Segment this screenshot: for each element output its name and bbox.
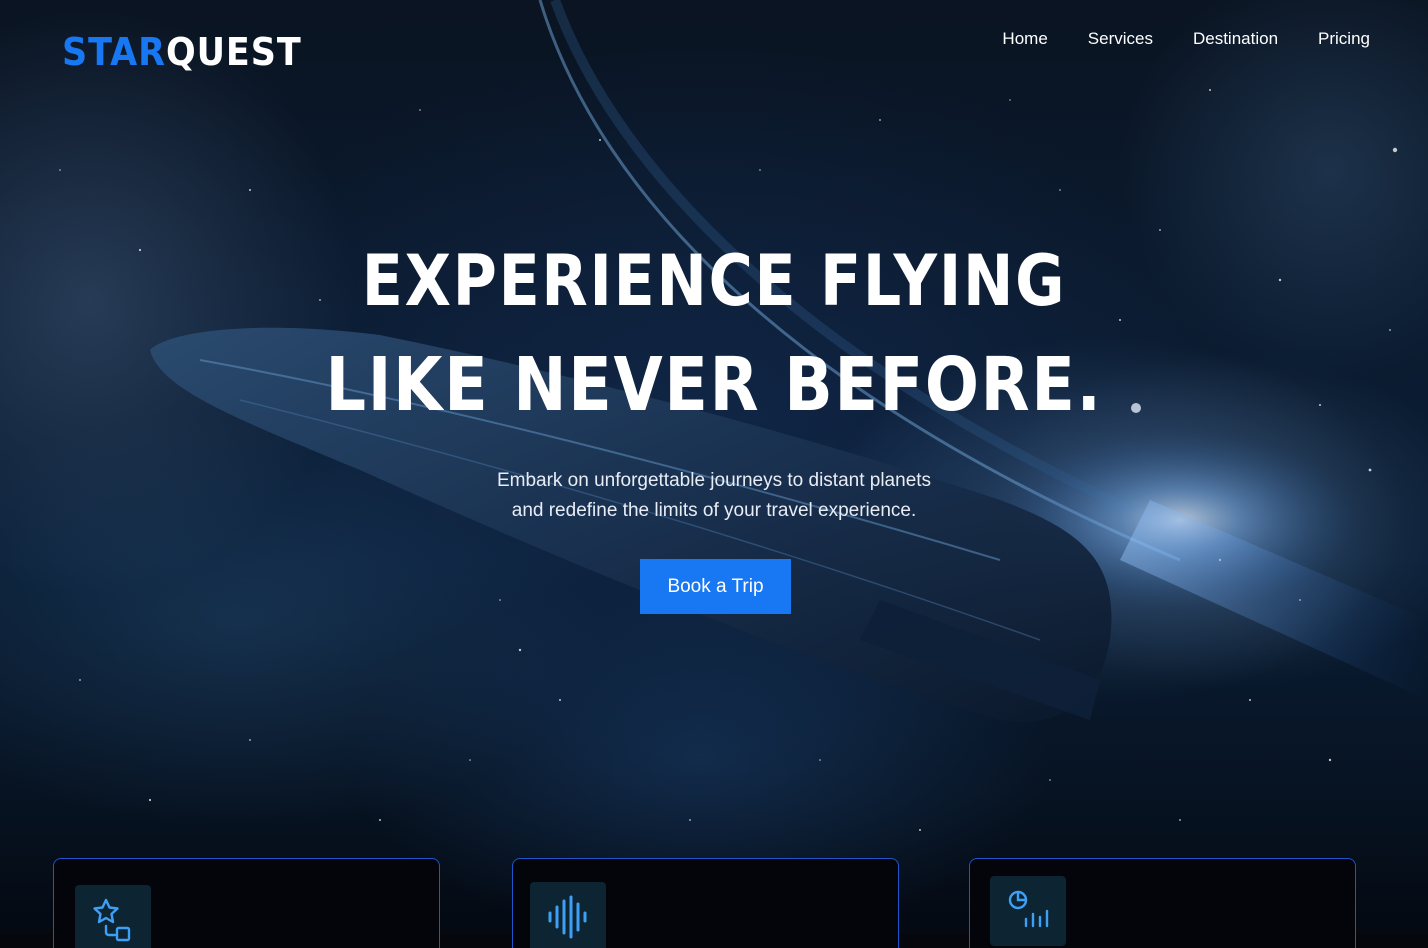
brand-logo-star: STAR [62, 30, 166, 74]
nav-services[interactable]: Services [1088, 29, 1153, 49]
feature-card-1[interactable] [53, 858, 440, 948]
star-shapes-icon [75, 885, 151, 948]
nav-destination[interactable]: Destination [1193, 29, 1278, 49]
hero-section: STARQUEST Home Services Destination Pric… [0, 0, 1428, 934]
chart-analytics-icon [990, 876, 1066, 946]
feature-card-3[interactable] [969, 858, 1356, 948]
feature-card-2[interactable] [512, 858, 899, 948]
nav-pricing[interactable]: Pricing [1318, 29, 1370, 49]
hero-headline-line1: EXPERIENCE FLYING [361, 240, 1067, 322]
brand-logo[interactable]: STARQUEST [62, 30, 302, 74]
hero-subtitle-line1: Embark on unforgettable journeys to dist… [496, 470, 932, 491]
main-nav: Home Services Destination Pricing [1002, 29, 1370, 49]
hero-headline-line2: LIKE NEVER BEFORE. [325, 342, 1103, 428]
nav-home[interactable]: Home [1002, 29, 1047, 49]
brand-logo-quest: QUEST [165, 30, 302, 74]
audio-wave-icon [530, 882, 606, 948]
hero-subtitle-line2: and redefine the limits of your travel e… [511, 500, 917, 521]
book-trip-button[interactable]: Book a Trip [640, 559, 791, 614]
